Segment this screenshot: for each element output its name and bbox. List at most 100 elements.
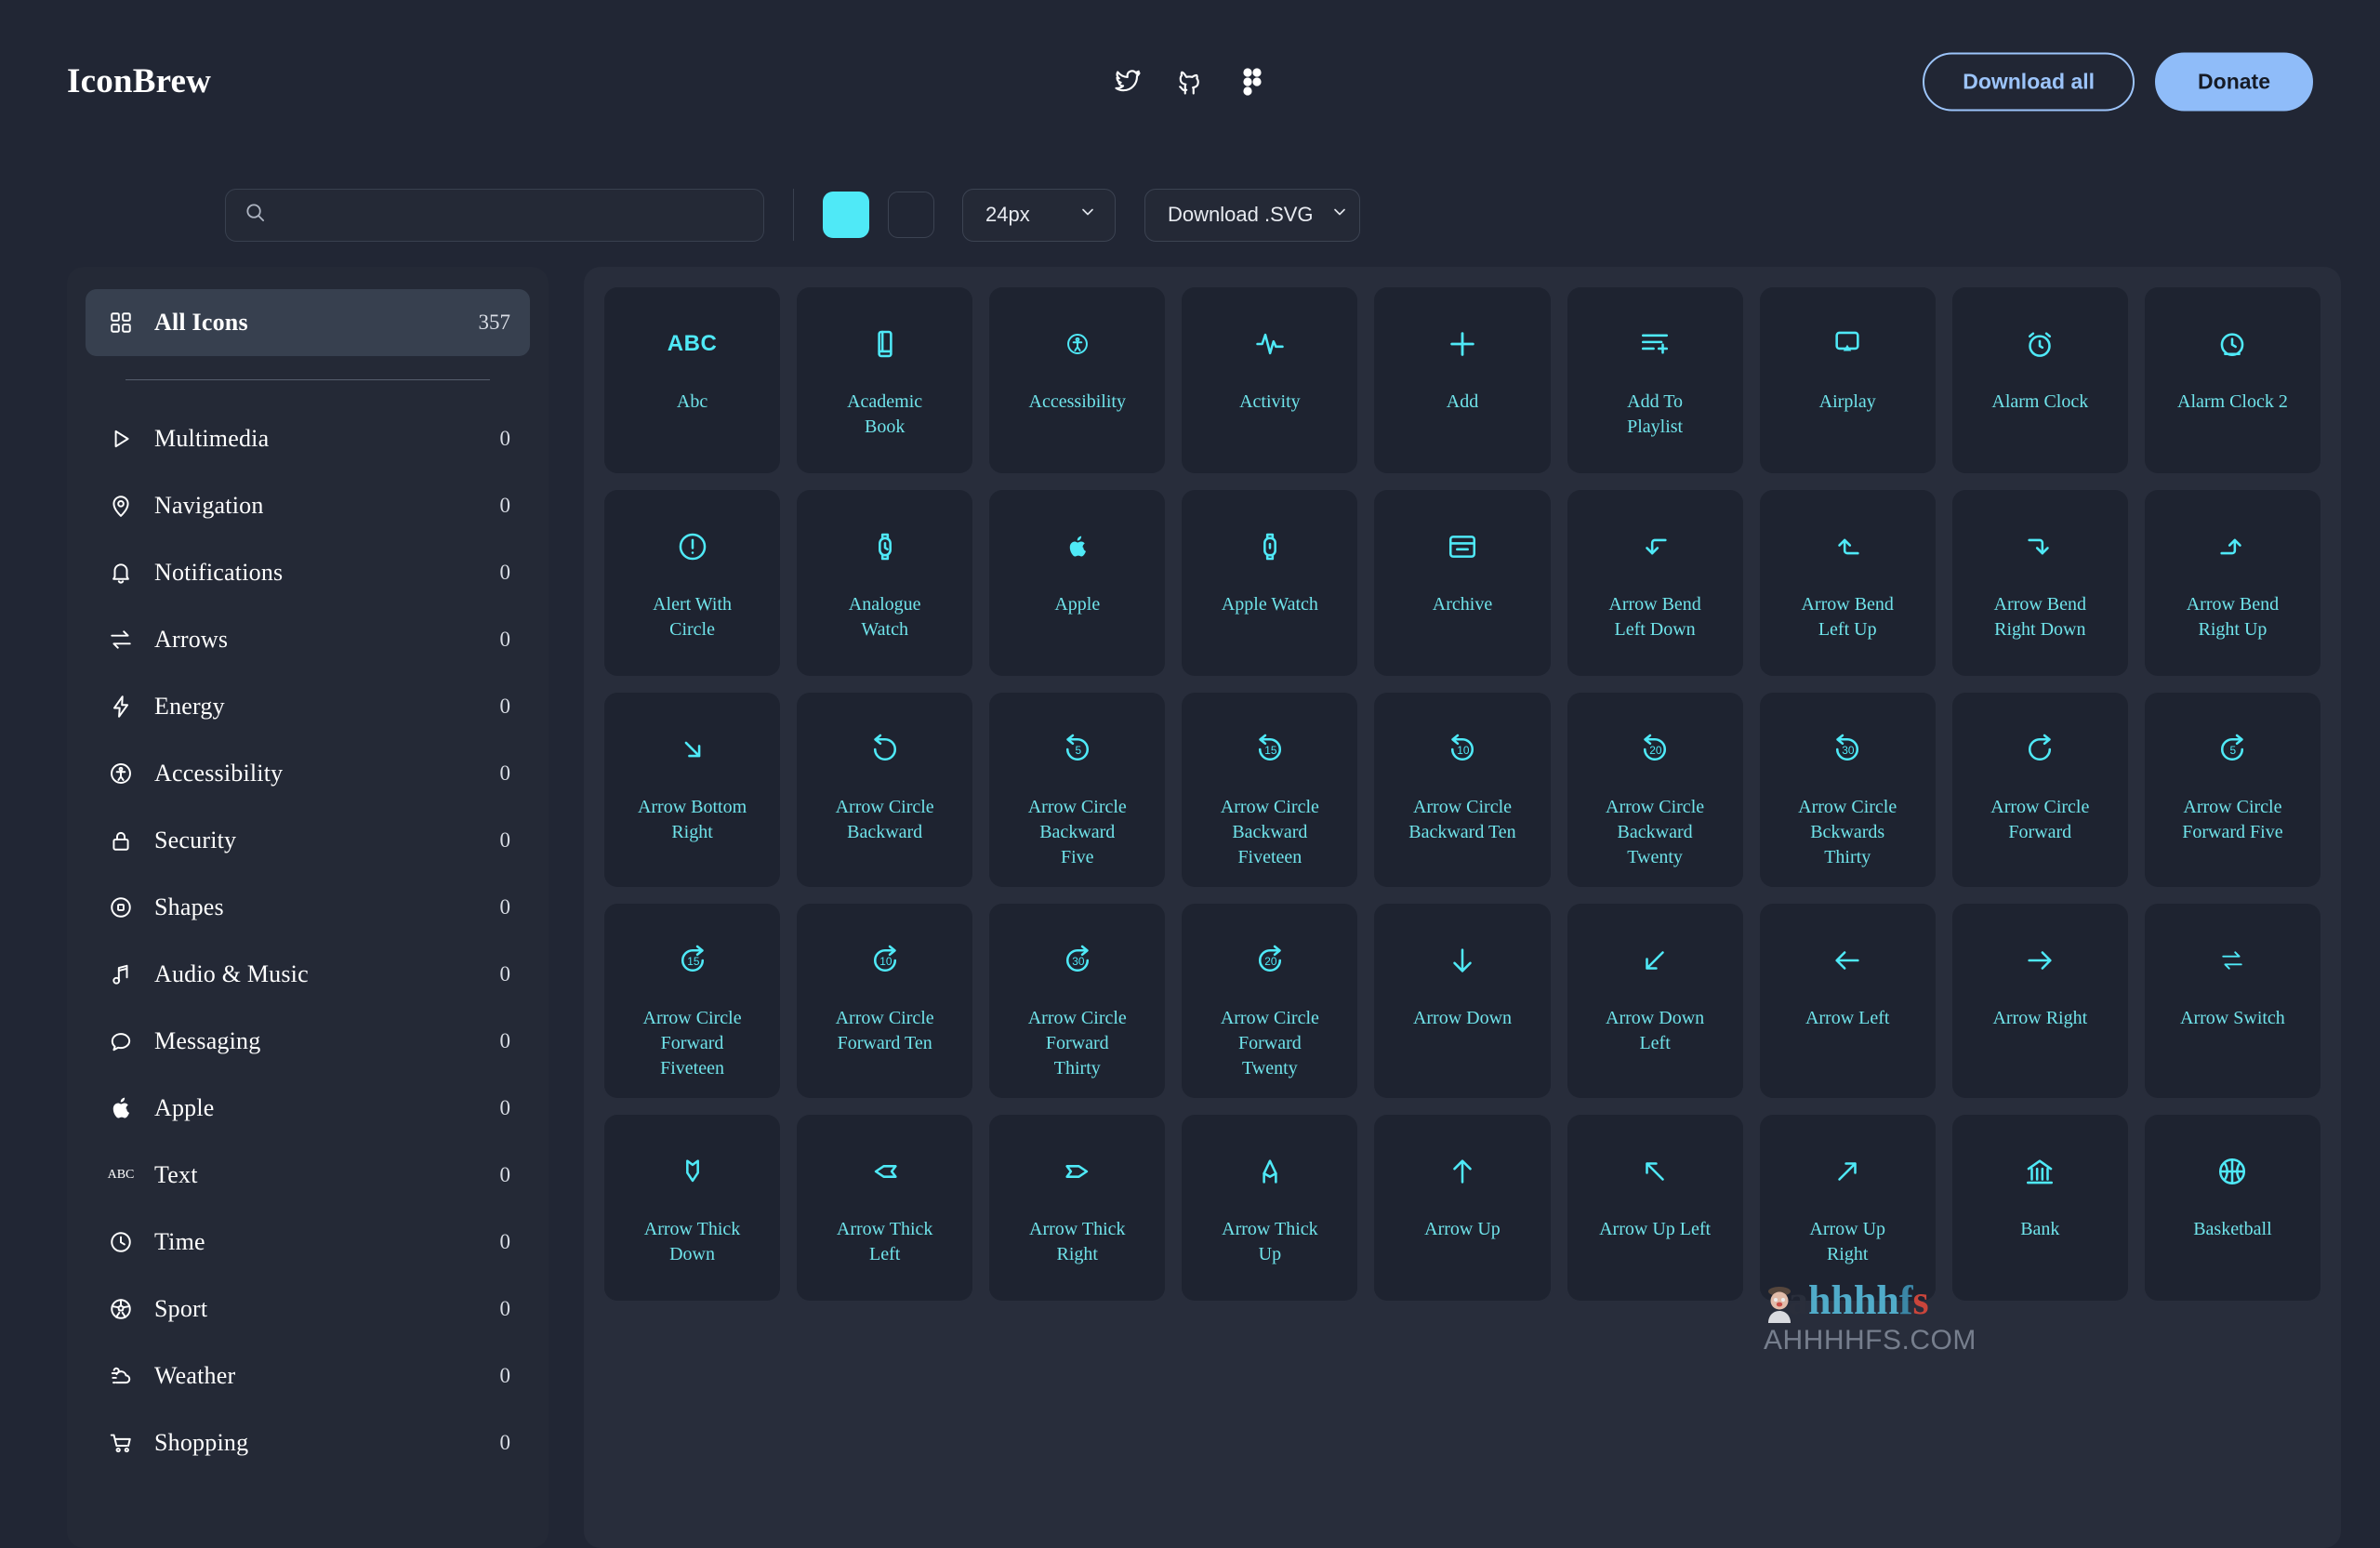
sidebar-item-time[interactable]: Time0 [86,1209,530,1276]
icon-cell-label: Add To Playlist [1599,390,1711,440]
swatch-none[interactable] [888,192,934,238]
chat-bubble-icon [105,1025,137,1057]
icon-cell[interactable]: Arrow Bottom Right [604,693,780,887]
icon-cell[interactable]: Arrow Bend Right Up [2145,490,2320,676]
icon-cell[interactable]: Arrow Down Left [1567,904,1743,1098]
icon-cell[interactable]: Apple Watch [1182,490,1357,676]
arrow-circle-forward-5-icon: 5 [2216,713,2248,786]
brand-logo[interactable]: IconBrew [67,61,211,101]
icon-cell[interactable]: 5Arrow Circle Forward Five [2145,693,2320,887]
icon-cell[interactable]: 15Arrow Circle Forward Fiveteen [604,904,780,1098]
swatch-cyan[interactable] [823,192,869,238]
icon-cell[interactable]: Arrow Up [1374,1115,1550,1301]
search-input[interactable] [278,205,745,225]
arrow-circle-backward-30-icon: 30 [1831,713,1863,786]
sidebar-item-security[interactable]: Security0 [86,807,530,874]
icon-cell[interactable]: Arrow Up Right [1760,1115,1936,1301]
icon-cell[interactable]: Add [1374,287,1550,473]
sidebar-item-all-icons[interactable]: All Icons 357 [86,289,530,356]
sidebar-item-label: Time [154,1228,500,1256]
icon-cell-label: Arrow Bend Left Down [1599,592,1711,642]
sidebar-item-text[interactable]: ABCText0 [86,1142,530,1209]
sidebar-item-accessibility[interactable]: Accessibility0 [86,740,530,807]
sidebar-item-shapes[interactable]: Shapes0 [86,874,530,941]
icon-cell[interactable]: Bank [1952,1115,2128,1301]
add-to-playlist-icon [1639,308,1671,380]
icon-cell[interactable]: Arrow Bend Right Down [1952,490,2128,676]
format-select[interactable]: Download .SVG [1144,189,1360,242]
icon-cell[interactable]: 30Arrow Circle Forward Thirty [989,904,1165,1098]
icon-cell[interactable]: 20Arrow Circle Forward Twenty [1182,904,1357,1098]
icon-cell[interactable]: Arrow Thick Down [604,1115,780,1301]
sidebar-item-messaging[interactable]: Messaging0 [86,1008,530,1075]
svg-text:20: 20 [1649,744,1662,757]
sidebar-item-label: Sport [154,1295,500,1323]
donate-button[interactable]: Donate [2155,52,2313,111]
icon-cell[interactable]: Activity [1182,287,1357,473]
icon-cell[interactable]: Archive [1374,490,1550,676]
icon-cell[interactable]: Arrow Switch [2145,904,2320,1098]
icon-cell[interactable]: Arrow Circle Forward [1952,693,2128,887]
sidebar-item-count: 0 [500,1431,511,1455]
sidebar-item-apple[interactable]: Apple0 [86,1075,530,1142]
sidebar-item-count: 0 [500,494,511,518]
icon-cell[interactable]: Arrow Bend Left Up [1760,490,1936,676]
icon-cell[interactable]: Arrow Circle Backward [797,693,972,887]
sidebar-item-navigation[interactable]: Navigation0 [86,472,530,539]
sidebar-item-audio-music[interactable]: Audio & Music0 [86,941,530,1008]
arrow-down-icon [1447,924,1478,997]
sidebar-item-notifications[interactable]: Notifications0 [86,539,530,606]
icon-cell[interactable]: Arrow Up Left [1567,1115,1743,1301]
icon-cell[interactable]: Apple [989,490,1165,676]
sidebar-item-shopping[interactable]: Shopping0 [86,1409,530,1476]
icon-cell-label: Arrow Bend Left Up [1792,592,1903,642]
icon-cell[interactable]: 10Arrow Circle Backward Ten [1374,693,1550,887]
icon-cell[interactable]: Alarm Clock [1952,287,2128,473]
sidebar-item-sport[interactable]: Sport0 [86,1276,530,1343]
icon-cell-label: Arrow Thick Down [637,1217,748,1267]
sidebar-item-label: Multimedia [154,425,500,453]
icon-cell-label: Arrow Left [1805,1006,1890,1031]
icon-cell[interactable]: 10Arrow Circle Forward Ten [797,904,972,1098]
icon-cell[interactable]: 15Arrow Circle Backward Fiveteen [1182,693,1357,887]
icon-cell[interactable]: Analogue Watch [797,490,972,676]
icon-cell[interactable]: Alert With Circle [604,490,780,676]
arrow-circle-backward-icon [869,713,901,786]
icon-cell[interactable]: Arrow Down [1374,904,1550,1098]
sidebar-item-arrows[interactable]: Arrows0 [86,606,530,673]
svg-text:5: 5 [1075,744,1081,757]
icon-cell[interactable]: Basketball [2145,1115,2320,1301]
chevron-down-icon [1330,203,1349,227]
icon-cell[interactable]: 20Arrow Circle Backward Twenty [1567,693,1743,887]
arrow-up-right-icon [1831,1135,1863,1208]
sidebar-item-weather[interactable]: Weather0 [86,1343,530,1409]
figma-icon[interactable] [1236,66,1268,98]
icon-cell[interactable]: Arrow Bend Left Down [1567,490,1743,676]
icon-cell[interactable]: 30Arrow Circle Bckwards Thirty [1760,693,1936,887]
icon-cell[interactable]: Academic Book [797,287,972,473]
activity-pulse-icon [1254,308,1286,380]
arrow-switch-icon [2220,924,2244,997]
sidebar-item-label: Arrows [154,626,500,654]
icon-cell[interactable]: 5Arrow Circle Backward Five [989,693,1165,887]
search-box[interactable] [225,189,764,242]
apple-watch-icon [1254,510,1286,583]
icon-cell[interactable]: Arrow Left [1760,904,1936,1098]
icon-cell[interactable]: Arrow Thick Left [797,1115,972,1301]
icon-cell[interactable]: Airplay [1760,287,1936,473]
twitter-icon[interactable] [1112,66,1144,98]
sidebar-item-energy[interactable]: Energy0 [86,673,530,740]
bank-icon [2024,1135,2056,1208]
toolbar: 24px Download .SVG [0,163,2380,267]
icon-cell[interactable]: Arrow Thick Up [1182,1115,1357,1301]
icon-cell[interactable]: Accessibility [989,287,1165,473]
sidebar-item-multimedia[interactable]: Multimedia0 [86,405,530,472]
icon-cell[interactable]: Arrow Thick Right [989,1115,1165,1301]
icon-cell[interactable]: Alarm Clock 2 [2145,287,2320,473]
download-all-button[interactable]: Download all [1923,52,2135,111]
icon-cell[interactable]: ABCAbc [604,287,780,473]
github-icon[interactable] [1174,66,1206,98]
icon-cell[interactable]: Arrow Right [1952,904,2128,1098]
icon-cell[interactable]: Add To Playlist [1567,287,1743,473]
size-select[interactable]: 24px [962,189,1116,242]
